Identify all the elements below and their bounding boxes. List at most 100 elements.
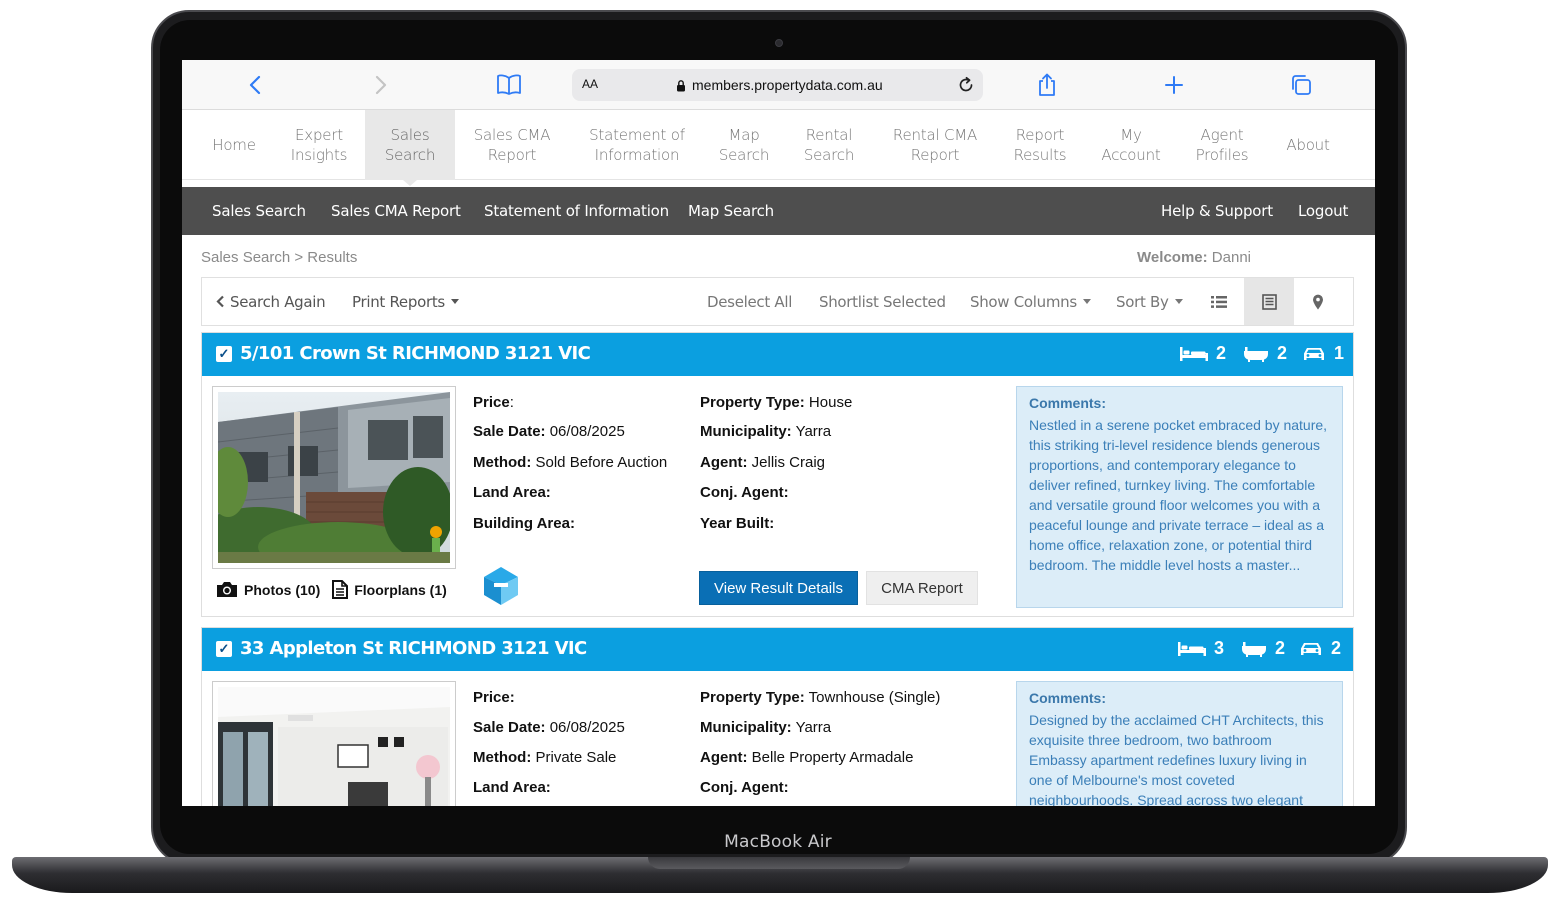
- device-label: MacBook Air: [724, 832, 832, 852]
- sub-navigation: Sales Search Sales CMA Report Statement …: [182, 187, 1375, 235]
- caret-down-icon: [1174, 299, 1183, 304]
- subnav-sales-cma-report[interactable]: Sales CMA Report: [331, 187, 461, 235]
- nav-rental-cma-report[interactable]: Rental CMA Report: [880, 110, 990, 180]
- comments-title: Comments:: [1029, 395, 1107, 411]
- search-again-button[interactable]: Search Again: [216, 278, 326, 325]
- lock-icon: [677, 79, 685, 91]
- nav-expert-insights[interactable]: Expert Insights: [279, 110, 359, 180]
- nav-statement-of-information[interactable]: Statement of Information: [577, 110, 697, 180]
- subnav-statement-of-information[interactable]: Statement of Information: [484, 187, 669, 235]
- car-icon: [1304, 347, 1324, 360]
- share-icon[interactable]: [1032, 70, 1062, 100]
- url-text: members.propertydata.com.au: [692, 77, 883, 93]
- sale-date-field: Sale Date: 06/08/2025: [473, 719, 625, 736]
- listing-checkbox[interactable]: ✓: [216, 641, 232, 657]
- bed-icon: [1178, 641, 1206, 656]
- agency-logo-icon[interactable]: [480, 565, 522, 607]
- nav-rental-search[interactable]: Rental Search: [794, 110, 864, 180]
- subnav-logout[interactable]: Logout: [1298, 187, 1348, 235]
- listing-address[interactable]: 5/101 Crown St RICHMOND 3121 VIC: [240, 343, 591, 364]
- comments-box: Comments: Designed by the acclaimed CHT …: [1016, 681, 1343, 806]
- bed-icon: [1180, 346, 1208, 361]
- list-view-icon[interactable]: [1197, 278, 1241, 325]
- listing-checkbox[interactable]: ✓: [216, 346, 232, 362]
- method-field: Method: Sold Before Auction: [473, 454, 668, 471]
- media-links: Photos (10) Floorplans (1): [216, 580, 447, 599]
- new-tab-icon[interactable]: [1159, 70, 1189, 100]
- print-reports-dropdown[interactable]: Print Reports: [352, 278, 459, 325]
- car-spaces-count: 1: [1302, 343, 1344, 364]
- photos-link[interactable]: Photos (10): [216, 581, 320, 598]
- nav-sales-cma-report[interactable]: Sales CMA Report: [462, 110, 562, 180]
- nav-agent-profiles[interactable]: Agent Profiles: [1182, 110, 1262, 180]
- bookmarks-icon[interactable]: [494, 70, 524, 100]
- results-toolbar: Search Again Print Reports Deselect All …: [201, 277, 1354, 326]
- comments-text: Nestled in a serene pocket embraced by n…: [1029, 417, 1328, 573]
- price-field: Price:: [473, 689, 515, 706]
- subnav-sales-search[interactable]: Sales Search: [212, 187, 306, 235]
- nav-about[interactable]: About: [1272, 110, 1344, 180]
- bedrooms-count: 3: [1178, 638, 1224, 659]
- listing-header: ✓ 5/101 Crown St RICHMOND 3121 VIC 2 2 1: [202, 333, 1353, 376]
- map-pin-icon[interactable]: [1296, 278, 1340, 325]
- laptop-notch: [648, 857, 910, 869]
- breadcrumb: Sales Search > Results: [201, 249, 358, 266]
- conj-agent-field: Conj. Agent:: [700, 779, 789, 796]
- floorplans-link[interactable]: Floorplans (1): [332, 580, 447, 599]
- car-spaces-count: 2: [1299, 638, 1341, 659]
- subnav-map-search[interactable]: Map Search: [688, 187, 774, 235]
- comments-title: Comments:: [1029, 690, 1107, 706]
- municipality-field: Municipality: Yarra: [700, 719, 832, 736]
- card-view-icon[interactable]: [1244, 278, 1294, 325]
- listing-address[interactable]: 33 Appleton St RICHMOND 3121 VIC: [240, 638, 587, 659]
- tabs-icon[interactable]: [1286, 70, 1316, 100]
- text-size-button[interactable]: AA: [582, 77, 598, 91]
- nav-report-results[interactable]: Report Results: [1000, 110, 1080, 180]
- subnav-help-support[interactable]: Help & Support: [1161, 187, 1273, 235]
- nav-sales-search[interactable]: Sales Search: [365, 110, 455, 186]
- municipality-field: Municipality: Yarra: [700, 423, 832, 440]
- shortlist-selected-button[interactable]: Shortlist Selected: [819, 278, 946, 325]
- bathrooms-count: 2: [1241, 638, 1285, 659]
- view-result-details-button[interactable]: View Result Details: [699, 571, 858, 605]
- bedrooms-count: 2: [1180, 343, 1226, 364]
- comments-text: Designed by the acclaimed CHT Architects…: [1029, 712, 1324, 806]
- year-built-field: Year Built:: [700, 515, 775, 532]
- land-area-field: Land Area:: [473, 484, 551, 501]
- car-icon: [1301, 642, 1321, 655]
- agent-field: Agent: Belle Property Armadale: [700, 749, 914, 766]
- nav-map-search[interactable]: Map Search: [709, 110, 779, 180]
- sort-by-dropdown[interactable]: Sort By: [1116, 278, 1183, 325]
- forward-icon[interactable]: [366, 70, 396, 100]
- bathrooms-count: 2: [1243, 343, 1287, 364]
- property-photo[interactable]: [212, 386, 456, 569]
- listing-card: ✓ 5/101 Crown St RICHMOND 3121 VIC 2 2 1: [201, 332, 1354, 617]
- back-icon[interactable]: [240, 70, 270, 100]
- bath-icon: [1242, 641, 1266, 657]
- property-type-field: Property Type: House: [700, 394, 853, 411]
- price-field: Price:: [473, 394, 514, 411]
- caret-down-icon: [1082, 299, 1091, 304]
- building-area-field: Building Area:: [473, 515, 575, 532]
- url-display: members.propertydata.com.au: [676, 77, 883, 93]
- nav-home[interactable]: Home: [197, 110, 271, 180]
- bath-icon: [1244, 346, 1268, 362]
- deselect-all-button[interactable]: Deselect All: [707, 278, 792, 325]
- reload-icon[interactable]: [955, 74, 977, 96]
- nav-my-account[interactable]: My Account: [1091, 110, 1171, 180]
- comments-box: Comments: Nestled in a serene pocket emb…: [1016, 386, 1343, 608]
- welcome-message: Welcome: Danni: [1137, 249, 1251, 266]
- show-columns-dropdown[interactable]: Show Columns: [970, 278, 1091, 325]
- cma-report-button[interactable]: CMA Report: [866, 571, 978, 605]
- screen: AA members.propertydata.com.au Home Expe…: [182, 60, 1375, 806]
- agent-field: Agent: Jellis Craig: [700, 454, 826, 471]
- address-bar[interactable]: AA members.propertydata.com.au: [572, 69, 983, 101]
- webcam: [775, 39, 783, 47]
- document-icon: [332, 580, 349, 599]
- camera-icon: [217, 582, 237, 597]
- property-type-field: Property Type: Townhouse (Single): [700, 689, 941, 706]
- caret-down-icon: [450, 299, 459, 304]
- listing-header: ✓ 33 Appleton St RICHMOND 3121 VIC 3 2 2: [202, 628, 1353, 671]
- property-photo[interactable]: [212, 681, 456, 806]
- sale-date-field: Sale Date: 06/08/2025: [473, 423, 625, 440]
